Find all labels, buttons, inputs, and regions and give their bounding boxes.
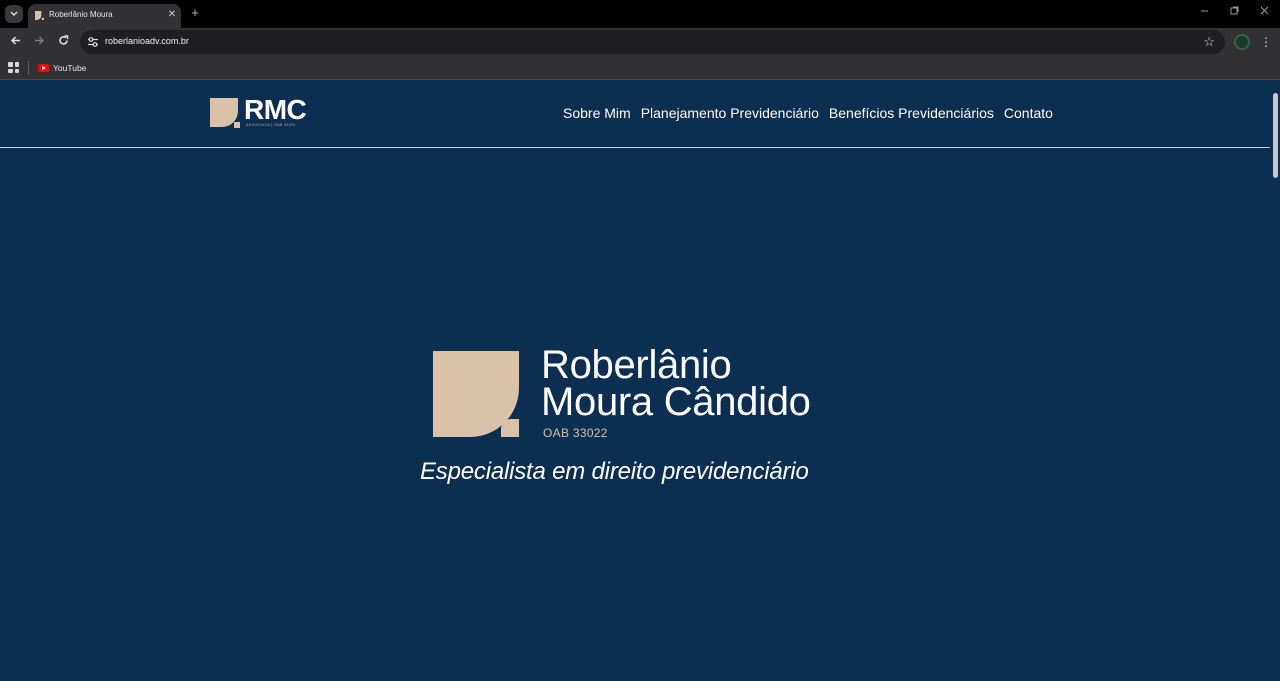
reload-icon[interactable] bbox=[55, 34, 71, 50]
tab-search-icon[interactable] bbox=[5, 5, 23, 23]
page-scrollbar[interactable] bbox=[1270, 81, 1280, 681]
nav-contato[interactable]: Contato bbox=[1004, 105, 1053, 125]
bookmark-youtube[interactable]: YouTube bbox=[38, 60, 86, 76]
back-arrow-icon[interactable] bbox=[7, 34, 23, 50]
menu-dots-icon[interactable]: ⋮ bbox=[1260, 33, 1272, 51]
hero-name-line1: Roberlânio bbox=[541, 343, 732, 387]
site-header: RMC ADVOCACIA | OAB 33022 Sobre Mim Plan… bbox=[0, 81, 1270, 148]
tab-title: Roberlânio Moura bbox=[49, 10, 113, 19]
browser-toolbar: roberlanioadv.com.br ☆ ⋮ bbox=[0, 28, 1280, 56]
close-window-icon[interactable] bbox=[1256, 5, 1272, 21]
tab-close-icon[interactable]: ✕ bbox=[166, 8, 178, 22]
site-info-icon[interactable] bbox=[86, 35, 100, 49]
nav-planejamento-previdenciario[interactable]: Planejamento Previdenciário bbox=[641, 105, 819, 125]
forward-arrow-icon[interactable] bbox=[31, 34, 47, 50]
minimize-icon[interactable] bbox=[1196, 5, 1212, 21]
logo-mark-icon bbox=[210, 98, 240, 128]
scrollbar-thumb[interactable] bbox=[1273, 93, 1278, 178]
nav-sobre-mim[interactable]: Sobre Mim bbox=[563, 105, 631, 125]
bookmark-label: YouTube bbox=[53, 63, 87, 73]
logo-text: RMC bbox=[244, 94, 307, 125]
extension-icon[interactable] bbox=[1234, 34, 1250, 50]
site-favicon-icon bbox=[35, 11, 44, 20]
browser-tab-bar: Roberlânio Moura ✕ + bbox=[0, 0, 1280, 28]
apps-grid-icon[interactable] bbox=[8, 62, 19, 73]
site-logo[interactable]: RMC ADVOCACIA | OAB 33022 bbox=[210, 94, 318, 131]
maximize-icon[interactable] bbox=[1226, 5, 1242, 21]
browser-tab[interactable]: Roberlânio Moura ✕ bbox=[28, 4, 181, 28]
hero-logo-mark-icon bbox=[433, 351, 519, 437]
main-nav: Sobre Mim Planejamento Previdenciário Be… bbox=[563, 105, 1053, 125]
nav-beneficios-previdenciarios[interactable]: Benefícios Previdenciários bbox=[829, 105, 994, 125]
bookmark-star-icon[interactable]: ☆ bbox=[1203, 34, 1215, 50]
url-text[interactable]: roberlanioadv.com.br bbox=[105, 36, 189, 46]
hero-name-line2: Moura Cândido bbox=[541, 380, 811, 424]
address-bar[interactable]: roberlanioadv.com.br ☆ bbox=[80, 30, 1225, 54]
bookmarks-bar: YouTube bbox=[0, 56, 1280, 80]
bookmarks-separator bbox=[28, 61, 29, 75]
logo-subtitle: ADVOCACIA | OAB 33022 bbox=[246, 123, 296, 127]
hero-tagline: Especialista em direito previdenciário bbox=[420, 458, 809, 485]
new-tab-icon[interactable]: + bbox=[188, 5, 202, 21]
hero-name: Roberlânio Moura Cândido bbox=[541, 343, 811, 424]
web-page: RMC ADVOCACIA | OAB 33022 Sobre Mim Plan… bbox=[0, 81, 1270, 681]
hero-oab: OAB 33022 bbox=[543, 426, 608, 440]
youtube-icon bbox=[38, 64, 49, 72]
